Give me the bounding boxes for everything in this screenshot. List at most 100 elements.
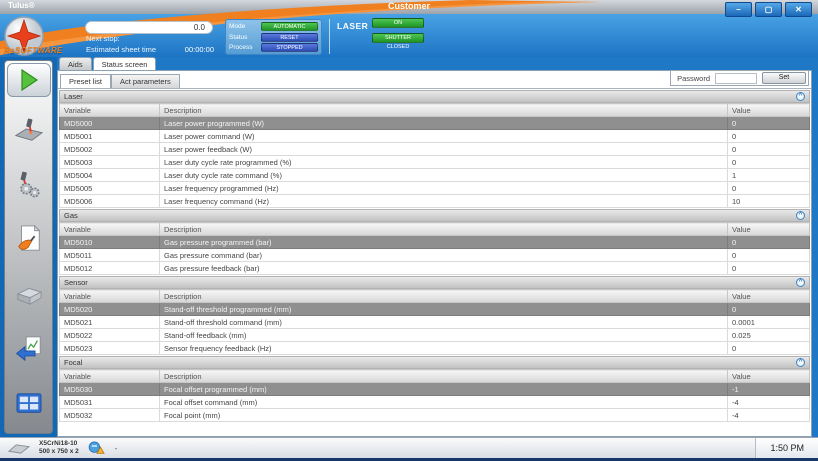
cell-value: 0 [728, 143, 810, 156]
maximize-button[interactable]: ▢ [755, 2, 782, 17]
password-input[interactable] [715, 73, 757, 84]
cell-value: -4 [728, 409, 810, 422]
page-title: Customer [0, 1, 818, 11]
next-stop-label: Next stop: [86, 34, 120, 43]
parameter-section: Sensor ^ VariableDescriptionValue MD5020… [59, 276, 810, 355]
cell-variable: MD5001 [60, 130, 160, 143]
table-row[interactable]: MD5002Laser power feedback (W)0 [60, 143, 810, 156]
close-button[interactable]: ✕ [785, 2, 812, 17]
cell-description: Stand-off feedback (mm) [160, 329, 728, 342]
collapse-icon[interactable]: ^ [796, 278, 805, 287]
cell-value: 10 [728, 195, 810, 208]
table-row[interactable]: MD5001Laser power command (W)0 [60, 130, 810, 143]
cell-value: 0 [728, 303, 810, 316]
column-header[interactable]: Variable [60, 104, 160, 117]
laser-on-button[interactable]: ON [372, 18, 424, 28]
table-header-row: VariableDescriptionValue [60, 223, 810, 236]
process-label: Process [229, 44, 252, 51]
column-header[interactable]: Variable [60, 370, 160, 383]
cell-description: Gas pressure command (bar) [160, 249, 728, 262]
cell-value: 1 [728, 169, 810, 182]
column-header[interactable]: Value [728, 104, 810, 117]
material-name: X5CrNi18-10 [39, 440, 79, 448]
cell-description: Focal point (mm) [160, 409, 728, 422]
cell-value: 0.025 [728, 329, 810, 342]
sidebar-inner [4, 60, 53, 434]
collapse-icon[interactable]: ^ [796, 92, 805, 101]
parameter-table: VariableDescriptionValue MD5000Laser pow… [59, 103, 810, 208]
table-row[interactable]: MD5022Stand-off feedback (mm)0.025 [60, 329, 810, 342]
clock: 1:50 PM [755, 438, 818, 458]
table-row[interactable]: MD5006Laser frequency command (Hz)10 [60, 195, 810, 208]
column-header[interactable]: Value [728, 290, 810, 303]
laser-setup-icon [14, 169, 44, 199]
column-header[interactable]: Value [728, 223, 810, 236]
table-row[interactable]: MD5030Focal offset programmed (mm)-1 [60, 383, 810, 396]
laser-group-label: LASER [337, 21, 368, 31]
table-row[interactable]: MD5021Stand-off threshold command (mm)0.… [60, 316, 810, 329]
table-row[interactable]: MD5023Sensor frequency feedback (Hz)0 [60, 342, 810, 355]
subtab-preset-list[interactable]: Preset list [60, 74, 111, 88]
status-row-mode: Mode AUTOMATIC [229, 22, 318, 31]
cell-variable: MD5032 [60, 409, 160, 422]
laser-shutter-button[interactable]: SHUTTER CLOSED [372, 33, 424, 43]
cell-variable: MD5004 [60, 169, 160, 182]
table-row[interactable]: MD5004Laser duty cycle rate command (%)1 [60, 169, 810, 182]
cell-variable: MD5030 [60, 383, 160, 396]
cell-description: Focal offset programmed (mm) [160, 383, 728, 396]
status-row-process: Process STOPPED [229, 43, 318, 52]
sidebar-item-laser-cutting[interactable] [12, 113, 46, 145]
table-row[interactable]: MD5005Laser frequency programmed (Hz)0 [60, 182, 810, 195]
column-header[interactable]: Description [160, 223, 728, 236]
messages-warning-icon[interactable] [88, 441, 106, 455]
section-title: Gas [64, 211, 78, 220]
minimize-button[interactable]: – [725, 2, 752, 17]
table-row[interactable]: MD5010Gas pressure programmed (bar)0 [60, 236, 810, 249]
main-tabs: Aids Status screen [57, 57, 812, 70]
column-header[interactable]: Value [728, 370, 810, 383]
table-row[interactable]: MD5032Focal point (mm)-4 [60, 409, 810, 422]
collapse-icon[interactable]: ^ [796, 211, 805, 220]
sidebar-item-storage[interactable] [12, 278, 46, 310]
cell-description: Laser power command (W) [160, 130, 728, 143]
column-header[interactable]: Description [160, 370, 728, 383]
machine-view-icon [15, 392, 43, 416]
cell-value: 0.0001 [728, 316, 810, 329]
cell-description: Focal offset command (mm) [160, 396, 728, 409]
parameter-section: Focal ^ VariableDescriptionValue MD5030F… [59, 356, 810, 422]
cell-description: Laser duty cycle rate command (%) [160, 169, 728, 182]
sidebar-icons [5, 101, 52, 431]
column-header[interactable]: Variable [60, 290, 160, 303]
sheet-size: 500 x 750 x 2 [39, 448, 79, 456]
sections: Laser ^ VariableDescriptionValue MD5000L… [59, 90, 810, 435]
column-header[interactable]: Description [160, 290, 728, 303]
table-row[interactable]: MD5012Gas pressure feedback (bar)0 [60, 262, 810, 275]
status-label: Status [229, 34, 247, 41]
status-row-status: Status RESET [229, 33, 318, 42]
cell-variable: MD5011 [60, 249, 160, 262]
table-row[interactable]: MD5031Focal offset command (mm)-4 [60, 396, 810, 409]
estimated-sheet-time: Estimated sheet time 00:00:00 [86, 45, 214, 54]
sidebar-item-program-edit[interactable] [12, 223, 46, 255]
sidebar-item-machine-view[interactable] [12, 388, 46, 420]
cell-variable: MD5023 [60, 342, 160, 355]
password-label: Password [673, 74, 710, 83]
tab-status-screen[interactable]: Status screen [93, 57, 157, 70]
table-row[interactable]: MD5000Laser power programmed (W)0 [60, 117, 810, 130]
sidebar-item-laser-setup[interactable] [12, 168, 46, 200]
set-password-button[interactable]: Set [762, 72, 806, 84]
table-row[interactable]: MD5020Stand-off threshold programmed (mm… [60, 303, 810, 316]
start-cycle-button[interactable] [7, 63, 51, 97]
table-row[interactable]: MD5003Laser duty cycle rate programmed (… [60, 156, 810, 169]
collapse-icon[interactable]: ^ [796, 358, 805, 367]
cell-variable: MD5020 [60, 303, 160, 316]
table-row[interactable]: MD5011Gas pressure command (bar)0 [60, 249, 810, 262]
subtab-act-parameters[interactable]: Act parameters [111, 74, 180, 88]
column-header[interactable]: Variable [60, 223, 160, 236]
tab-aids[interactable]: Aids [59, 57, 92, 70]
window-controls: – ▢ ✕ [725, 2, 812, 17]
cell-description: Laser frequency programmed (Hz) [160, 182, 728, 195]
main-area: Aids Status screen Preset list Act param… [57, 57, 812, 437]
sidebar-item-reports[interactable] [12, 333, 46, 365]
column-header[interactable]: Description [160, 104, 728, 117]
